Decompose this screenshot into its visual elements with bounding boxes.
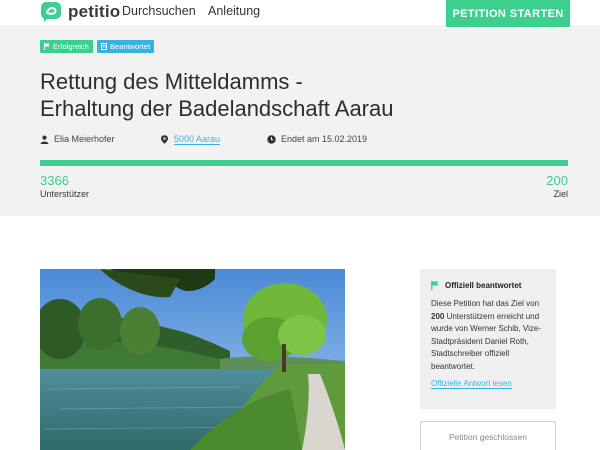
status-badge-success: Erfolgreich (40, 40, 93, 53)
goal-count: 200 (546, 173, 568, 188)
end-date-text: Endet am 15.02.2019 (281, 134, 368, 144)
goal-label: Ziel (553, 189, 568, 199)
logo-text: petitio (68, 2, 121, 21)
nav-browse[interactable]: Durchsuchen (122, 4, 196, 18)
clock-icon (267, 134, 276, 144)
location: 5000 Aarau (160, 134, 221, 145)
card-heading: Offiziell beantwortet (445, 281, 522, 290)
start-petition-button[interactable]: PETITION STARTEN (446, 0, 570, 27)
official-answer-link[interactable]: Offizielle Antwort lesen (431, 379, 512, 389)
title-line-2: Erhaltung der Badelandschaft Aarau (40, 96, 394, 121)
progress-bar (40, 160, 568, 166)
petition-image (40, 269, 345, 450)
nav-guide[interactable]: Anleitung (208, 4, 260, 18)
location-link[interactable]: 5000 Aarau (174, 134, 221, 145)
river-landscape-image (40, 269, 345, 450)
card-text-goal: 200 (431, 311, 445, 321)
card-text: Diese Petition hat das Ziel von 200 Unte… (431, 298, 545, 373)
progress-fill (40, 160, 568, 166)
supporter-count: 3366 (40, 173, 69, 188)
location-pin-icon (161, 135, 168, 144)
card-text-before: Diese Petition hat das Ziel von (431, 299, 540, 308)
card-text-after: Unterstützern erreicht und wurde von Wer… (431, 311, 541, 371)
flag-icon (44, 43, 50, 50)
badge-label: Erfolgreich (53, 42, 89, 51)
author-name: Elia Meierhofer (54, 134, 115, 144)
document-icon (101, 43, 107, 50)
official-response-card: Offiziell beantwortet Diese Petition hat… (420, 269, 556, 409)
petitio-logo-icon (41, 2, 61, 22)
logo[interactable]: petitio (40, 1, 120, 23)
title-line-1: Rettung des Mitteldamms - (40, 69, 303, 94)
badge-label: Beantwortet (110, 42, 151, 51)
petition-header: Erfolgreich Beantwortet Rettung des Mitt… (0, 28, 600, 216)
top-navigation: petitio Durchsuchen Anleitung PETITION S… (0, 0, 600, 27)
supporter-label: Unterstützer (40, 189, 90, 199)
card-header: Offiziell beantwortet (431, 281, 545, 290)
author: Elia Meierhofer (40, 134, 115, 144)
user-icon (40, 135, 49, 144)
end-date: Endet am 15.02.2019 (267, 134, 367, 144)
petition-closed-button[interactable]: Petition geschlossen (420, 421, 556, 450)
page-title: Rettung des Mitteldamms - Erhaltung der … (40, 68, 560, 122)
flag-icon (431, 281, 439, 290)
status-badge-answered: Beantwortet (97, 40, 155, 53)
